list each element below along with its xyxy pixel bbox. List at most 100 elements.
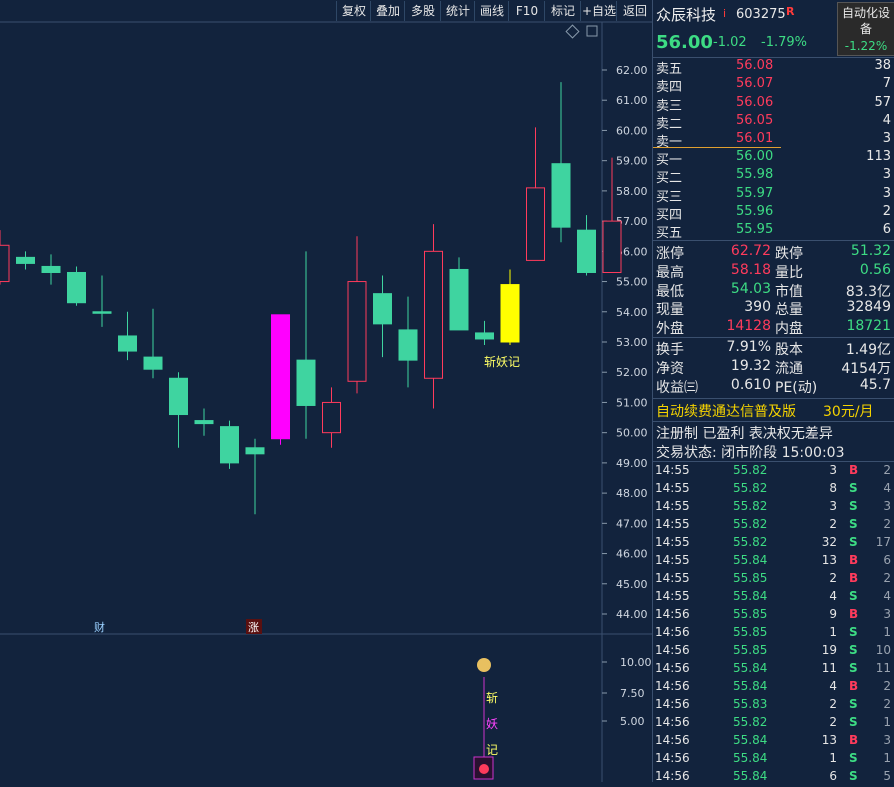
trade-price: 55.84 [733,733,768,747]
trade-time: 14:56 [655,679,690,693]
ask-label: 卖二 [656,116,683,132]
toolbar-button-2[interactable]: 多股 [404,1,441,21]
trade-time: 14:56 [655,769,690,783]
stat-label: 涨停 [656,246,684,262]
ask-price: 56.06 [736,94,774,110]
candle-body [67,271,86,304]
stat-row: 涨停 62.72 跌停 51.32 [653,243,894,262]
trade-price: 55.85 [733,571,768,585]
toolbar-button-3[interactable]: 统计 [440,1,475,21]
stock-name: 众辰科技 [656,6,717,24]
trade-row: 14:56 55.85 9 B 3 [653,607,894,625]
trade-price: 55.84 [733,679,768,693]
stat2-value: 4154万 [841,361,891,377]
stat-value: 58.18 [730,261,771,278]
candle-body [143,356,163,370]
ask-label: 卖四 [656,80,683,96]
trade-volume: 9 [829,607,837,621]
trade-price: 55.82 [733,499,768,513]
trade-volume: 4 [829,679,837,693]
toolbar-button-6[interactable]: 标记 [544,1,581,21]
trade-count: 10 [875,643,891,657]
toolbar-button-8[interactable]: 返回 [616,1,653,21]
promo-row[interactable]: 自动续费通达信普及版 30元/月 [653,401,894,420]
y-tick-label: 48.00 [616,487,648,500]
trade-count: 2 [883,697,891,711]
trade-row: 14:56 55.84 13 B 3 [653,733,894,751]
bid-label: 买二 [656,171,683,187]
trade-row: 14:55 55.84 4 S 4 [653,589,894,607]
reg-row: 注册制 已盈利 表决权无差异 [653,423,894,442]
bid-label: 买三 [656,189,683,205]
stat-label: 量比 [775,264,803,281]
candle-body [449,268,469,331]
stat-row: 现量 390 总量 32849 [653,299,894,319]
trade-time: 14:56 [655,643,690,657]
sector-box[interactable]: 自动化设备 -1.22% [837,2,894,56]
toolbar-button-4[interactable]: 画线 [474,1,509,21]
trade-side: S [849,517,858,531]
price-change: -1.02 [713,35,747,50]
bid-price: 55.96 [736,203,774,219]
ask-volume: 3 [882,131,891,147]
sector-change: -1.22% [844,39,888,53]
bid-row: 买二 55.98 3 [653,167,894,187]
trade-price: 55.82 [733,517,768,531]
trade-row: 14:55 55.82 2 S 2 [653,517,894,535]
y-tick-label: 47.00 [616,517,648,530]
kline-chart[interactable]: 62.0061.0060.0059.0058.0057.0056.0055.00… [0,0,652,782]
stat-label: 现量 [656,302,684,319]
toolbar-button-7[interactable]: +自选 [580,1,617,21]
stat-label: 跌停 [775,246,803,262]
y-tick-label: 46.00 [616,548,648,561]
trade-count: 2 [883,571,891,585]
stat2-label: PE(动) [775,380,818,396]
trade-volume: 3 [829,463,837,477]
trade-time: 14:56 [655,715,690,729]
toolbar-button-0[interactable]: 复权 [336,1,371,21]
stat-value: 32849 [846,299,891,316]
candle-body [475,332,494,340]
bid-label: 买一 [656,153,683,168]
stat2-label: 流通 [775,361,803,377]
stat-value: 62.72 [730,243,771,259]
stat-label: 最低 [656,283,684,300]
trade-row: 14:56 55.82 2 S 1 [653,715,894,733]
candle-body [373,293,392,325]
trade-volume: 32 [821,535,837,549]
spread-line [653,147,781,148]
ask-volume: 7 [882,76,891,92]
ask-row: 卖三 56.06 57 [653,94,894,114]
y-tick-label: 61.00 [616,94,648,107]
trade-volume: 13 [821,553,837,567]
trade-price: 55.84 [733,589,768,603]
toolbar-button-5[interactable]: F10 [508,1,545,21]
trade-price: 55.82 [733,463,768,477]
bid-volume: 113 [866,149,891,164]
trade-count: 17 [875,535,891,549]
sub-y-tick-label: 10.00 [620,656,652,669]
trade-time: 14:55 [655,571,690,585]
toolbar-button-1[interactable]: 叠加 [370,1,405,21]
trade-row: 14:56 55.83 2 S 2 [653,697,894,715]
promo-text: 自动续费通达信普及版 [656,404,796,420]
candle-body [602,220,622,273]
info-flag[interactable]: i [723,7,726,20]
stat2-value: 0.610 [730,377,771,393]
candle-body [245,447,265,455]
trade-volume: 2 [829,697,837,711]
trade-volume: 2 [829,571,837,585]
stat-value: 390 [744,299,771,316]
trade-side: S [849,715,858,729]
signal-r-icon [479,764,489,774]
trade-volume: 2 [829,715,837,729]
stat-value: 0.56 [859,261,891,278]
trade-row: 14:56 55.84 1 S 1 [653,751,894,769]
candle-body [169,377,188,416]
trade-price: 55.82 [733,481,768,495]
trade-side: S [849,751,858,765]
candle-body [526,187,545,261]
ask-volume: 4 [882,112,891,128]
quote-panel: 众辰科技 i 603275 R 56.00 -1.02 -1.79% 自动化设备… [652,0,894,783]
trade-side: S [849,499,858,513]
